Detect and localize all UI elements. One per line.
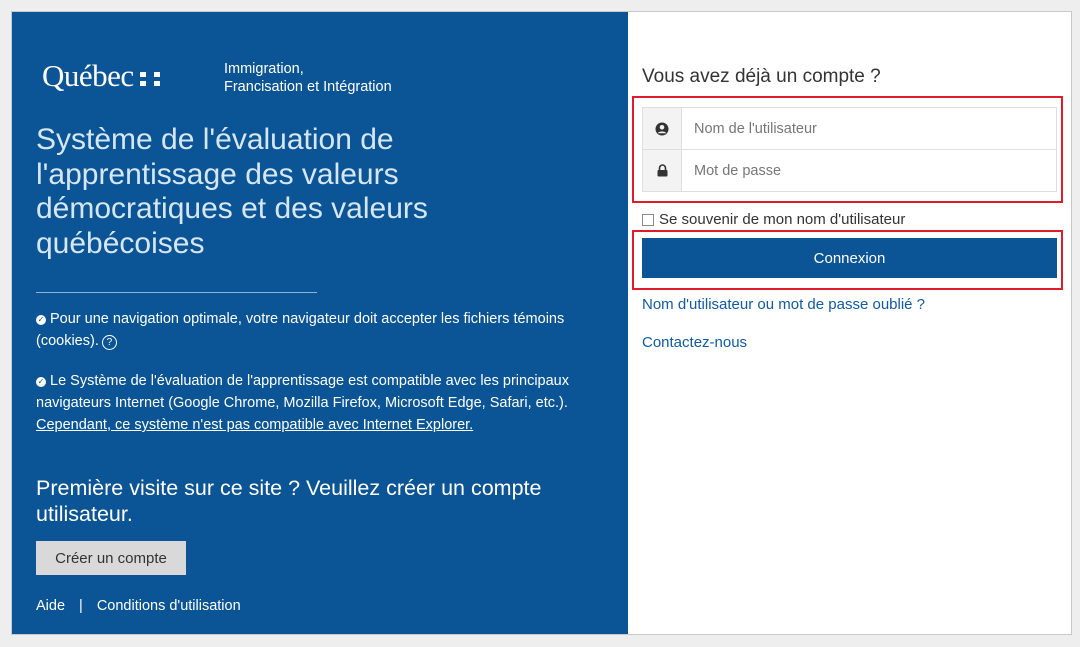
username-row xyxy=(642,107,1057,150)
user-circle-icon xyxy=(643,108,682,149)
ministry-line-1: Immigration, xyxy=(224,61,304,77)
remember-username[interactable]: Se souvenir de mon nom d'utilisateur xyxy=(642,211,905,228)
ministry-line-2: Francisation et Intégration xyxy=(224,79,392,95)
remember-label: Se souvenir de mon nom d'utilisateur xyxy=(659,211,906,228)
footer-separator: | xyxy=(79,598,83,614)
browser-compat-note: ✓ Le Système de l'évaluation de l'apprent… xyxy=(36,370,596,436)
username-input[interactable] xyxy=(682,108,1056,149)
fleur-de-lis-flag-icon xyxy=(139,71,161,87)
forgot-credentials-link[interactable]: Nom d'utilisateur ou mot de passe oublié… xyxy=(642,296,925,313)
footer-links: Aide | Conditions d'utilisation xyxy=(36,598,241,614)
password-input[interactable] xyxy=(682,150,1056,191)
login-heading: Vous avez déjà un compte ? xyxy=(642,66,881,87)
title-divider xyxy=(36,292,317,293)
login-button[interactable]: Connexion xyxy=(642,238,1057,278)
page-title: Système de l'évaluation de l'apprentissa… xyxy=(36,123,428,260)
logo-wordmark: Québec xyxy=(42,58,134,93)
info-panel: Québec Immigration, Francisation et Inté… xyxy=(12,12,628,634)
terms-link[interactable]: Conditions d'utilisation xyxy=(97,598,241,614)
quebec-logo: Québec xyxy=(42,58,161,94)
first-visit-heading: Première visite sur ce site ? Veuillez c… xyxy=(36,476,542,526)
check-circle-icon: ✓ xyxy=(36,315,46,325)
page-frame: Québec Immigration, Francisation et Inté… xyxy=(11,11,1072,635)
password-row xyxy=(642,149,1057,192)
lock-icon xyxy=(643,150,682,191)
login-panel: Vous avez déjà un compte ? Nom de l'util… xyxy=(628,12,1071,634)
ie-incompatible-link[interactable]: Cependant, ce système n'est pas compatib… xyxy=(36,417,473,433)
question-circle-icon[interactable]: ? xyxy=(101,335,117,350)
browser-compat-text: Le Système de l'évaluation de l'apprenti… xyxy=(36,373,569,411)
cookies-note: ✓ Pour une navigation optimale, votre nav… xyxy=(36,308,596,352)
remember-checkbox[interactable] xyxy=(642,213,654,226)
contact-link[interactable]: Contactez-nous xyxy=(642,334,747,351)
check-circle-icon: ✓ xyxy=(36,377,46,387)
ministry-name: Immigration, Francisation et Intégration xyxy=(224,60,392,96)
help-link[interactable]: Aide xyxy=(36,598,65,614)
create-account-button[interactable]: Créer un compte xyxy=(36,541,186,575)
